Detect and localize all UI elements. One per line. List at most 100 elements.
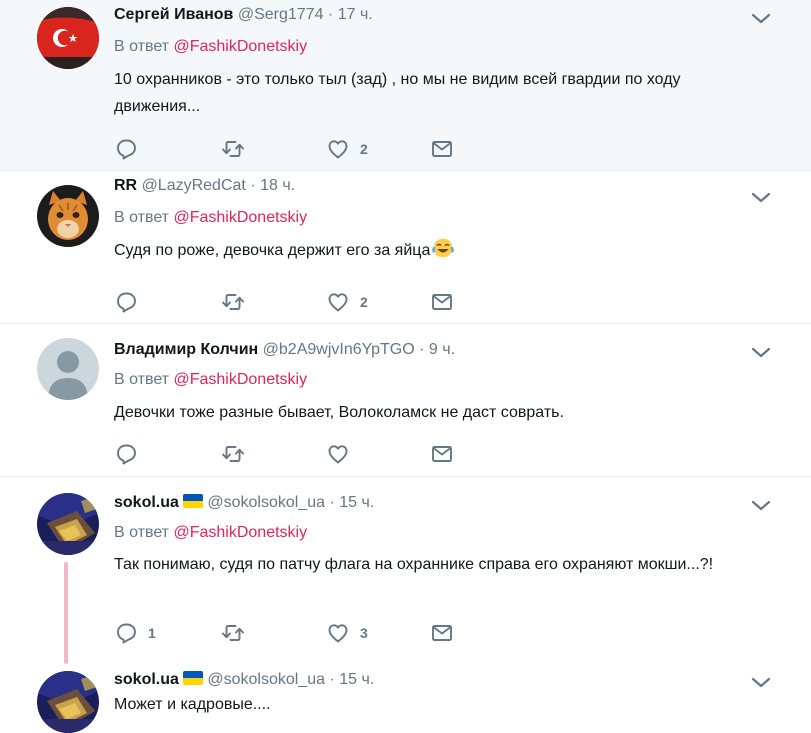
tweet[interactable]: sokol.ua @sokolsokol_ua · 15 ч. Может и … xyxy=(0,668,811,733)
reply-icon xyxy=(117,623,136,644)
tweet-text: Может и кадровые.... xyxy=(114,696,271,713)
tweet[interactable]: Сергей Иванов @Serg1774 · 17 ч. В ответ … xyxy=(0,0,811,171)
tweet[interactable]: Владимир Колчин @b2A9wjvIn6YpTGO · 9 ч. … xyxy=(0,324,811,477)
reply-icon xyxy=(117,444,136,465)
retweet-icon xyxy=(222,294,244,310)
reply-button[interactable] xyxy=(114,288,138,316)
reply-context: В ответ @FashikDonetskiy xyxy=(114,209,307,227)
direct-message-button[interactable] xyxy=(430,619,454,647)
user-name[interactable]: Сергей Иванов xyxy=(114,6,233,23)
like-count: 2 xyxy=(360,141,368,157)
reply-context: В ответ @FashikDonetskiy xyxy=(114,38,307,56)
reply-button[interactable] xyxy=(114,440,138,468)
chevron-down-icon[interactable] xyxy=(750,676,772,690)
reply-mention-link[interactable]: @FashikDonetskiy xyxy=(173,524,307,541)
tweet-actions: 2 xyxy=(114,288,474,316)
reply-button[interactable]: 1 xyxy=(114,619,156,647)
like-button[interactable]: 3 xyxy=(326,619,368,647)
user-handle[interactable]: @b2A9wjvIn6YpTGO xyxy=(263,341,415,358)
retweet-icon xyxy=(222,446,244,462)
chevron-down-icon[interactable] xyxy=(750,191,772,205)
avatar-turkish-flag-car[interactable] xyxy=(37,7,99,69)
tweet-actions xyxy=(114,440,474,468)
tweet-time[interactable]: 9 ч. xyxy=(429,341,455,358)
tweet[interactable]: sokol.ua @sokolsokol_ua · 15 ч. В ответ … xyxy=(0,477,811,668)
tweet-time[interactable]: 17 ч. xyxy=(338,6,373,23)
tweet-time[interactable]: 15 ч. xyxy=(339,494,374,511)
chevron-down-icon[interactable] xyxy=(750,499,772,513)
envelope-icon xyxy=(432,446,452,462)
reply-icon xyxy=(117,292,136,313)
tweet[interactable]: RR @LazyRedCat · 18 ч. В ответ @FashikDo… xyxy=(0,171,811,324)
heart-icon xyxy=(328,140,348,159)
reply-context: В ответ @FashikDonetskiy xyxy=(114,524,307,542)
chevron-down-icon[interactable] xyxy=(750,346,772,360)
heart-icon xyxy=(328,624,348,643)
separator-dot: · xyxy=(329,494,335,511)
tweet-text-content: Судя по роже, девочка держит его за яйца xyxy=(114,242,431,259)
ukraine-flag-emoji-icon xyxy=(182,671,203,685)
user-name[interactable]: sokol.ua xyxy=(114,671,179,688)
reply-prefix: В ответ xyxy=(114,371,170,388)
reply-mention-link[interactable]: @FashikDonetskiy xyxy=(173,371,307,388)
separator-dot: · xyxy=(327,6,334,23)
envelope-icon xyxy=(432,625,452,641)
tweet-header: Владимир Колчин @b2A9wjvIn6YpTGO · 9 ч. xyxy=(114,341,455,359)
avatar-default-silhouette[interactable] xyxy=(37,338,99,400)
direct-message-button[interactable] xyxy=(430,135,454,163)
ukraine-flag-emoji-icon xyxy=(182,494,203,508)
heart-icon xyxy=(328,445,348,464)
retweet-icon xyxy=(222,141,244,157)
envelope-icon xyxy=(432,294,452,310)
retweet-button[interactable] xyxy=(220,619,246,647)
reply-count: 1 xyxy=(148,625,156,641)
direct-message-button[interactable] xyxy=(430,440,454,468)
user-handle[interactable]: @sokolsokol_ua xyxy=(207,494,325,511)
tweet-header: RR @LazyRedCat · 18 ч. xyxy=(114,177,295,195)
tweet-actions: 2 xyxy=(114,135,474,163)
user-handle[interactable]: @sokolsokol_ua xyxy=(207,671,325,688)
tweet-header: sokol.ua @sokolsokol_ua · 15 ч. xyxy=(114,494,374,512)
user-name[interactable]: sokol.ua xyxy=(114,494,179,511)
retweet-icon xyxy=(222,625,244,641)
tweet-text: Так понимаю, судя по патчу флага на охра… xyxy=(114,556,714,573)
like-count: 3 xyxy=(360,625,368,641)
like-count: 2 xyxy=(360,294,368,310)
reply-context: В ответ @FashikDonetskiy xyxy=(114,371,307,389)
envelope-icon xyxy=(432,141,452,157)
tweet-header: Сергей Иванов @Serg1774 · 17 ч. xyxy=(114,6,373,24)
reply-button[interactable] xyxy=(114,135,138,163)
tweet-header: sokol.ua @sokolsokol_ua · 15 ч. xyxy=(114,671,374,689)
like-button[interactable] xyxy=(326,440,350,468)
like-button[interactable]: 2 xyxy=(326,135,368,163)
tweet-text: 10 охранников - это только тыл (зад) , н… xyxy=(114,71,681,115)
separator-dot: · xyxy=(419,341,425,358)
user-handle[interactable]: @Serg1774 xyxy=(238,6,324,23)
tweet-time[interactable]: 18 ч. xyxy=(260,177,295,194)
user-name[interactable]: RR xyxy=(114,177,137,194)
like-button[interactable]: 2 xyxy=(326,288,368,316)
direct-message-button[interactable] xyxy=(430,288,454,316)
user-handle[interactable]: @LazyRedCat xyxy=(142,177,246,194)
avatar-blue-yellow-photo[interactable] xyxy=(37,493,99,555)
thread-connector-line xyxy=(64,562,68,664)
reply-prefix: В ответ xyxy=(114,38,170,55)
reply-icon xyxy=(117,139,136,160)
user-name[interactable]: Владимир Колчин xyxy=(114,341,258,358)
reply-mention-link[interactable]: @FashikDonetskiy xyxy=(173,38,307,55)
retweet-button[interactable] xyxy=(220,288,246,316)
avatar-ginger-cat[interactable] xyxy=(37,185,99,247)
retweet-button[interactable] xyxy=(220,135,246,163)
tweet-text: Судя по роже, девочка держит его за яйца xyxy=(114,237,754,264)
tweet-time[interactable]: 15 ч. xyxy=(339,671,374,688)
tears-of-joy-emoji-icon xyxy=(432,238,455,258)
avatar-blue-yellow-photo[interactable] xyxy=(37,671,99,733)
chevron-down-icon[interactable] xyxy=(750,12,772,26)
reply-mention-link[interactable]: @FashikDonetskiy xyxy=(173,209,307,226)
retweet-button[interactable] xyxy=(220,440,246,468)
separator-dot: · xyxy=(250,177,256,194)
tweet-actions: 1 3 xyxy=(114,619,474,647)
reply-prefix: В ответ xyxy=(114,524,170,541)
heart-icon xyxy=(328,293,348,312)
tweet-text: Девочки тоже разные бывает, Волоколамск … xyxy=(114,404,564,421)
